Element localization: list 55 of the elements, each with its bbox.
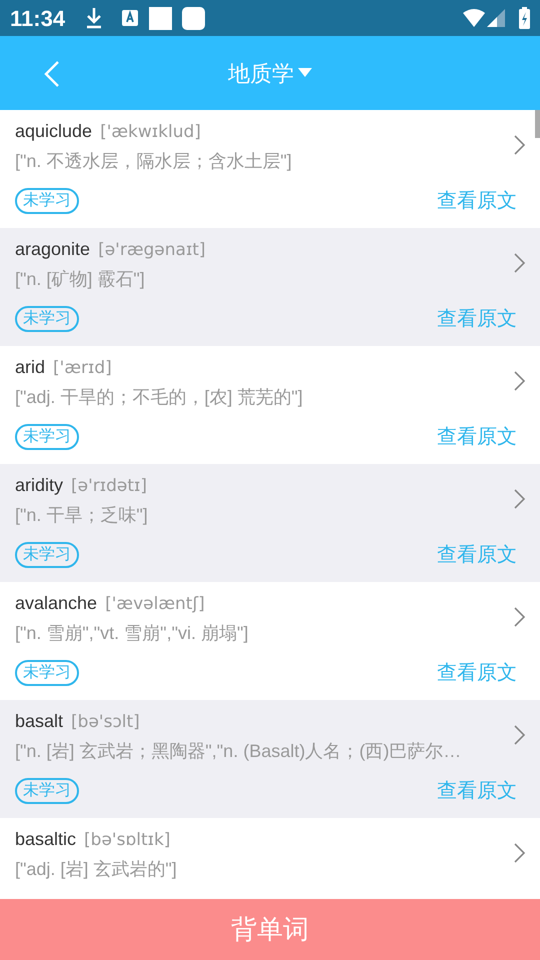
chevron-right-icon	[512, 488, 526, 510]
view-original-link[interactable]: 查看原文	[437, 776, 517, 806]
status-badge: 未学习	[15, 188, 79, 214]
wifi-icon	[463, 9, 485, 27]
definition-text: ["n. [岩] 玄武岩；黑陶器","n. (Basalt)人名；(西)巴萨尔…	[15, 740, 462, 763]
chevron-right-icon	[512, 606, 526, 628]
definition-text: ["adj. 干旱的；不毛的，[农] 荒芜的"]	[15, 386, 304, 409]
phonetic-text: ['ækwɪklud]	[100, 121, 201, 144]
word-text: basalt	[15, 710, 64, 733]
status-badge: 未学习	[15, 778, 79, 804]
memorize-words-button[interactable]: 背单词	[0, 899, 540, 960]
definition-text: ["n. 雪崩","vt. 雪崩","vi. 崩塌"]	[15, 622, 250, 645]
definition-text: ["n. 不透水层，隔水层；含水土层"]	[15, 150, 293, 173]
status-badge: 未学习	[15, 542, 79, 568]
chevron-right-icon	[512, 252, 526, 274]
time-text: 11:34	[10, 4, 66, 32]
word-text: arid	[15, 356, 46, 379]
word-row[interactable]: aragonite [ə'rægənaɪt] ["n. [矿物] 霰石"] 未学习 查看原文	[0, 228, 540, 346]
phonetic-text: ['ærɪd]	[53, 357, 112, 380]
phonetic-text: [ə'rægənaɪt]	[98, 239, 206, 262]
definition-text: ["n. [矿物] 霰石"]	[15, 268, 146, 291]
caret-down-icon	[298, 68, 312, 78]
word-text: aridity	[15, 474, 64, 497]
word-text: basaltic	[15, 828, 76, 851]
view-original-link[interactable]: 查看原文	[437, 304, 517, 334]
word-text: avalanche	[15, 592, 98, 615]
phonetic-text: ['ævəlæntʃ]	[105, 593, 205, 616]
category-dropdown[interactable]: 地质学	[228, 56, 312, 90]
chevron-right-icon	[512, 134, 526, 156]
chevron-right-icon	[512, 724, 526, 746]
notification-square-icon	[149, 6, 172, 30]
word-text: aquiclude	[15, 120, 92, 143]
definition-text: ["n. 干旱；乏味"]	[15, 504, 149, 527]
view-original-link[interactable]: 查看原文	[437, 186, 517, 216]
notification-rounded-icon	[182, 6, 206, 30]
view-original-link[interactable]: 查看原文	[437, 540, 517, 570]
phonetic-text: [bə'sɒltɪk]	[84, 829, 170, 852]
chevron-right-icon	[512, 370, 526, 392]
word-row[interactable]: aridity [ə'rɪdətɪ] ["n. 干旱；乏味"] 未学习 查看原文	[0, 464, 540, 582]
phonetic-text: [bə'sɔlt]	[71, 711, 140, 734]
word-row[interactable]: basalt [bə'sɔlt] ["n. [岩] 玄武岩；黑陶器","n. (Basalt)人名；(西)巴萨尔… 未学习 查看原文	[0, 700, 540, 818]
definition-text: ["adj. [岩] 玄武岩的"]	[15, 858, 178, 881]
signal-icon	[487, 9, 505, 27]
keyboard-app-icon	[121, 9, 140, 27]
word-text: aragonite	[15, 238, 90, 261]
phonetic-text: [ə'rɪdətɪ]	[71, 475, 147, 498]
view-original-link[interactable]: 查看原文	[437, 658, 517, 688]
status-badge: 未学习	[15, 424, 79, 450]
download-icon	[85, 7, 104, 29]
status-badge: 未学习	[15, 660, 79, 686]
chevron-right-icon	[512, 842, 526, 864]
view-original-link[interactable]: 查看原文	[437, 422, 517, 452]
battery-charging-icon	[519, 7, 530, 29]
status-badge: 未学习	[15, 306, 79, 332]
scrollbar	[535, 110, 540, 138]
